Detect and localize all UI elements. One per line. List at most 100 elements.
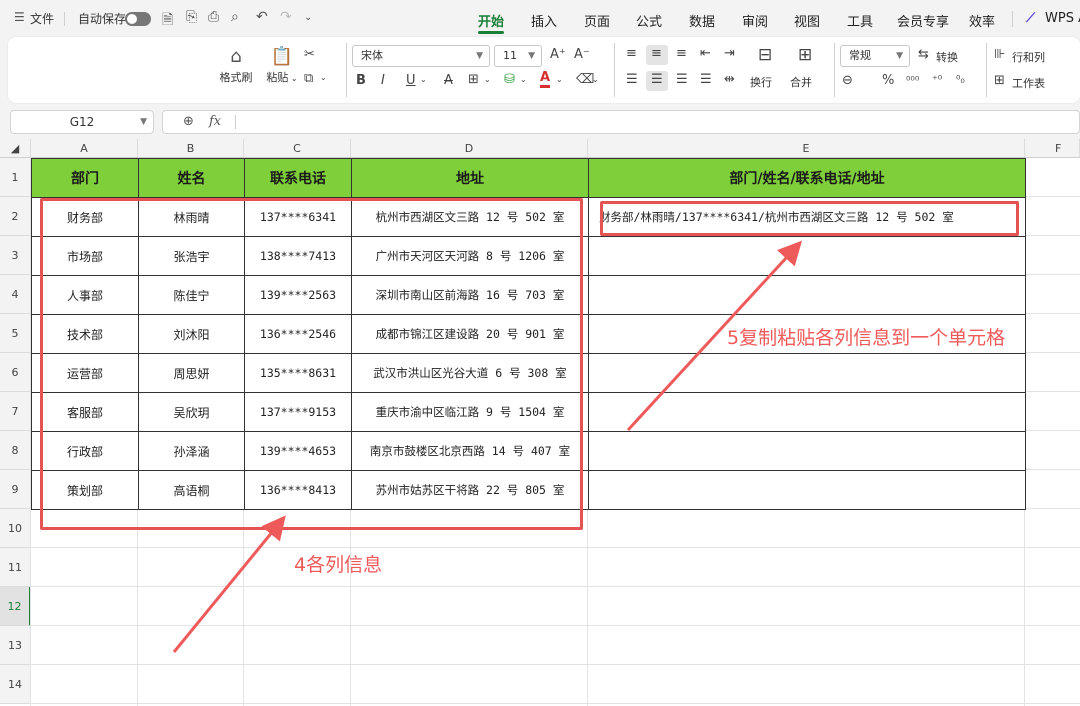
italic-icon[interactable]: I bbox=[381, 73, 385, 88]
align-left-icon[interactable]: ☰ bbox=[626, 72, 638, 87]
chevron-down-icon[interactable]: ⌄ bbox=[320, 73, 327, 82]
thousands-icon[interactable]: ⁰⁰⁰ bbox=[906, 74, 919, 87]
chevron-down-icon[interactable]: ⌄ bbox=[520, 75, 527, 84]
chevron-down-icon[interactable]: ⌄ bbox=[420, 75, 427, 84]
align-top-icon[interactable]: ≡ bbox=[626, 46, 637, 61]
combined-cell[interactable] bbox=[588, 275, 1026, 315]
number-format-select[interactable]: 常规 ▼ bbox=[840, 45, 910, 67]
decrease-decimal-icon[interactable]: ⁰₀ bbox=[956, 73, 965, 86]
wrap-text-icon[interactable]: ⊟ bbox=[758, 45, 772, 65]
column-header-d[interactable]: D bbox=[351, 139, 588, 158]
column-header-c[interactable]: C bbox=[244, 139, 351, 158]
convert-button[interactable]: 转换 bbox=[936, 49, 958, 65]
row-header-10[interactable]: 10 bbox=[0, 509, 31, 548]
merge-cells-icon[interactable]: ⊞ bbox=[798, 45, 812, 65]
tab-page[interactable]: 页面 bbox=[584, 11, 610, 30]
row-header-2[interactable]: 2 bbox=[0, 197, 31, 236]
header-cell[interactable]: 部门/姓名/联系电话/地址 bbox=[588, 158, 1026, 198]
align-center-icon[interactable]: ☰ bbox=[651, 72, 663, 87]
tab-data[interactable]: 数据 bbox=[689, 11, 715, 30]
increase-decimal-icon[interactable]: ⁺⁰ bbox=[932, 73, 942, 86]
combined-cell[interactable] bbox=[588, 392, 1026, 432]
redo-icon[interactable]: ↷ bbox=[280, 9, 292, 25]
fill-color-icon[interactable]: ⛁ bbox=[504, 72, 515, 87]
combined-cell[interactable] bbox=[588, 236, 1026, 276]
formula-input[interactable]: ⊕ fx bbox=[162, 110, 1080, 134]
row-header-3[interactable]: 3 bbox=[0, 236, 31, 275]
chevron-down-icon[interactable]: ⌄ bbox=[592, 75, 599, 84]
row-header-14[interactable]: 14 bbox=[0, 665, 31, 704]
save-icon[interactable]: 🗎 bbox=[162, 9, 173, 33]
tab-formula[interactable]: 公式 bbox=[636, 11, 662, 30]
name-box[interactable]: G12 ▼ bbox=[10, 110, 154, 134]
header-cell[interactable]: 部门 bbox=[31, 158, 139, 198]
justify-icon[interactable]: ☰ bbox=[700, 72, 712, 87]
copy-icon[interactable]: ⧉ bbox=[304, 71, 313, 86]
column-header-a[interactable]: A bbox=[31, 139, 138, 158]
row-header-9[interactable]: 9 bbox=[0, 470, 31, 509]
chevron-down-icon[interactable]: ⌄ bbox=[304, 12, 312, 23]
underline-icon[interactable]: U bbox=[406, 73, 416, 88]
bold-icon[interactable]: B bbox=[356, 73, 366, 88]
indent-decrease-icon[interactable]: ⇤ bbox=[700, 46, 711, 61]
wps-ai-icon[interactable]: ⟋ bbox=[1026, 11, 1035, 26]
paste-button[interactable]: 📋 粘贴 ⌄ bbox=[262, 45, 302, 85]
increase-font-icon[interactable]: A⁺ bbox=[550, 47, 566, 62]
tab-review[interactable]: 审阅 bbox=[742, 11, 768, 30]
row-header-8[interactable]: 8 bbox=[0, 431, 31, 470]
chevron-down-icon[interactable]: ⌄ bbox=[556, 75, 563, 84]
header-cell[interactable]: 联系电话 bbox=[244, 158, 352, 198]
align-bottom-icon[interactable]: ≡ bbox=[676, 46, 687, 61]
tab-tools[interactable]: 工具 bbox=[847, 11, 873, 30]
select-all-corner[interactable]: ◢ bbox=[0, 139, 31, 158]
export-pdf-icon[interactable]: ⎘ bbox=[186, 9, 197, 25]
cut-icon[interactable]: ✂ bbox=[304, 47, 315, 62]
zoom-icon[interactable]: ⊕ bbox=[183, 114, 194, 129]
row-header-12[interactable]: 12 bbox=[0, 587, 31, 626]
row-header-6[interactable]: 6 bbox=[0, 353, 31, 392]
format-painter-button[interactable]: ⌂ 格式刷 bbox=[218, 45, 254, 85]
convert-icon[interactable]: ⇆ bbox=[918, 47, 929, 62]
tab-efficiency[interactable]: 效率 bbox=[969, 11, 995, 30]
combined-cell[interactable] bbox=[588, 353, 1026, 393]
fx-icon[interactable]: fx bbox=[209, 114, 221, 129]
row-header-5[interactable]: 5 bbox=[0, 314, 31, 353]
font-size-select[interactable]: 11 ▼ bbox=[494, 45, 542, 67]
print-icon[interactable]: ⎙ bbox=[208, 9, 219, 25]
border-icon[interactable]: ⊞ bbox=[468, 72, 479, 87]
column-header-f[interactable]: F bbox=[1025, 139, 1080, 158]
combined-cell[interactable] bbox=[588, 431, 1026, 471]
row-header-13[interactable]: 13 bbox=[0, 626, 31, 665]
percent-icon[interactable]: % bbox=[882, 73, 894, 88]
row-header-4[interactable]: 4 bbox=[0, 275, 31, 314]
tab-member[interactable]: 会员专享 bbox=[897, 11, 949, 30]
row-header-11[interactable]: 11 bbox=[0, 548, 31, 587]
autosave-toggle[interactable] bbox=[125, 12, 151, 26]
menu-icon[interactable]: ☰ bbox=[14, 10, 25, 24]
column-header-b[interactable]: B bbox=[138, 139, 244, 158]
wrap-text-button[interactable]: 换行 bbox=[750, 74, 772, 90]
align-middle-icon[interactable]: ≡ bbox=[651, 46, 662, 61]
column-header-e[interactable]: E bbox=[588, 139, 1025, 158]
worksheet-icon[interactable]: ⊞ bbox=[994, 73, 1005, 88]
header-cell[interactable]: 姓名 bbox=[138, 158, 245, 198]
combined-cell[interactable] bbox=[588, 470, 1026, 510]
decrease-font-icon[interactable]: A⁻ bbox=[574, 47, 590, 62]
undo-icon[interactable]: ↶ bbox=[256, 9, 268, 25]
font-name-select[interactable]: 宋体 ▼ bbox=[352, 45, 490, 67]
print-preview-icon[interactable]: ⌕ bbox=[231, 9, 239, 25]
tab-home[interactable]: 开始 bbox=[478, 11, 504, 30]
font-color-icon[interactable]: A bbox=[540, 71, 551, 88]
row-col-button[interactable]: 行和列 bbox=[1012, 49, 1045, 65]
strikethrough-icon[interactable]: A bbox=[444, 73, 453, 88]
chevron-down-icon[interactable]: ⌄ bbox=[484, 75, 491, 84]
header-cell[interactable]: 地址 bbox=[351, 158, 589, 198]
tab-view[interactable]: 视图 bbox=[794, 11, 820, 30]
merge-cells-button[interactable]: 合并 bbox=[790, 74, 812, 90]
distributed-icon[interactable]: ⇹ bbox=[724, 72, 735, 87]
worksheet-button[interactable]: 工作表 bbox=[1012, 75, 1045, 91]
tab-insert[interactable]: 插入 bbox=[531, 11, 557, 30]
row-col-icon[interactable]: ⊪ bbox=[994, 47, 1005, 62]
indent-increase-icon[interactable]: ⇥ bbox=[724, 46, 735, 61]
currency-icon[interactable]: ⊖ bbox=[842, 73, 853, 88]
